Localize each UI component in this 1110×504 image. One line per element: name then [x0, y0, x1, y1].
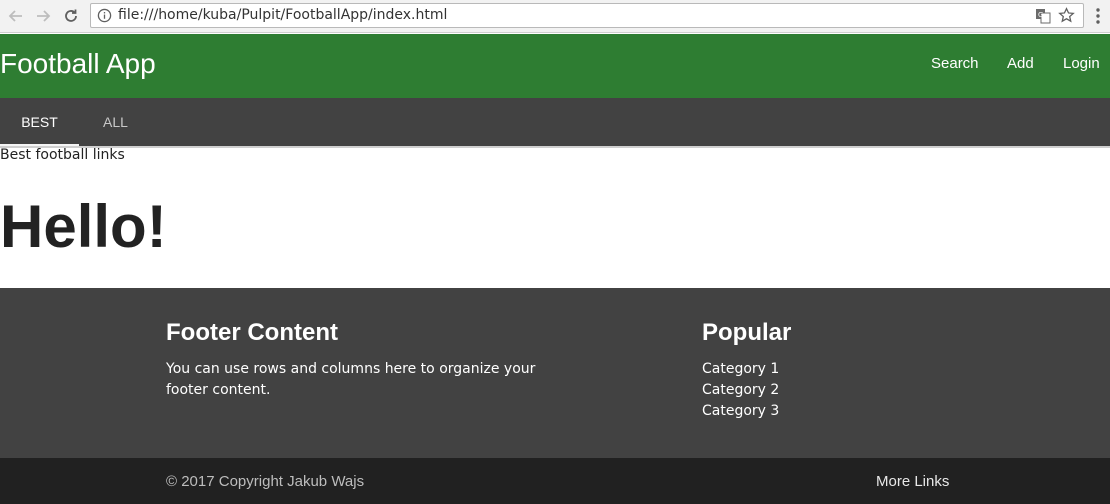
star-icon[interactable] [1058, 7, 1075, 24]
footer-content-text: You can use rows and columns here to org… [166, 361, 536, 398]
footer-copyright-bar: © 2017 Copyright Jakub Wajs More Links [0, 458, 1110, 504]
popular-link-category-3[interactable]: Category 3 [702, 401, 779, 422]
forward-button[interactable] [32, 5, 54, 27]
nav-link-add[interactable]: Add [1007, 55, 1034, 72]
back-arrow-icon [8, 10, 22, 22]
popular-link-category-1[interactable]: Category 1 [702, 359, 779, 380]
tab-bar: BEST ALL [0, 98, 1110, 146]
reload-icon [65, 9, 77, 22]
app-header: Football App Search Add Login [0, 34, 1110, 98]
reload-button[interactable] [60, 5, 82, 27]
back-button[interactable] [5, 5, 27, 27]
address-bar[interactable]: file:///home/kuba/Pulpit/FootballApp/ind… [90, 3, 1084, 28]
forward-arrow-icon [37, 10, 51, 22]
footer-popular-title: Popular [702, 319, 792, 346]
popular-link-category-2[interactable]: Category 2 [702, 380, 779, 401]
menu-dots-icon[interactable] [1092, 7, 1104, 25]
tab-best[interactable]: BEST [0, 98, 79, 146]
tab-bar-shadow [0, 146, 1110, 148]
more-links-link[interactable]: More Links [876, 473, 949, 490]
page-heading: Hello! [0, 193, 167, 260]
nav-link-search[interactable]: Search [931, 55, 979, 72]
browser-toolbar: file:///home/kuba/Pulpit/FootballApp/ind… [0, 0, 1110, 33]
url-text[interactable]: file:///home/kuba/Pulpit/FootballApp/ind… [118, 7, 447, 23]
popular-list: Category 1 Category 2 Category 3 [702, 359, 779, 422]
footer: Footer Content You can use rows and colu… [0, 288, 1110, 458]
info-icon[interactable] [97, 8, 112, 23]
copyright-text: © 2017 Copyright Jakub Wajs [166, 473, 365, 490]
nav-link-login[interactable]: Login [1063, 55, 1100, 72]
tab-all[interactable]: ALL [79, 98, 152, 146]
brand-logo[interactable]: Football App [0, 48, 156, 80]
footer-content-title: Footer Content [166, 319, 338, 346]
svg-text:G: G [1038, 11, 1043, 19]
translate-icon[interactable]: G [1035, 8, 1051, 24]
page-subtitle: Best football links [0, 147, 125, 163]
